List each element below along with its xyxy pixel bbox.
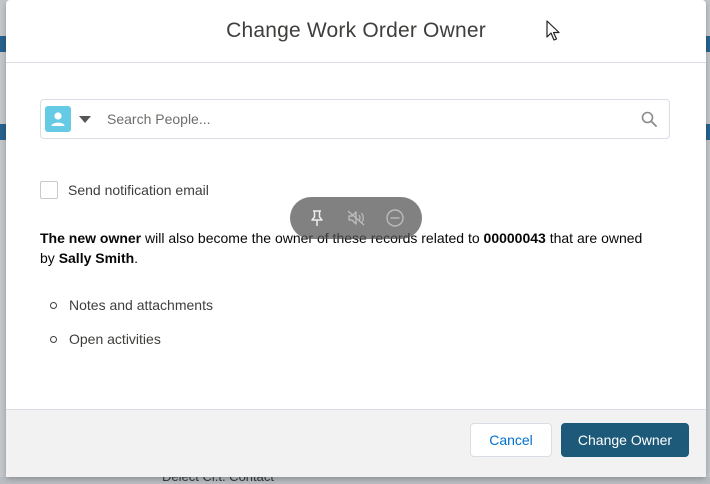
notification-row: Send notification email — [40, 181, 209, 199]
caret-down-icon[interactable] — [79, 115, 91, 123]
mute-icon[interactable] — [345, 207, 367, 229]
info-record-number: 00000043 — [483, 230, 546, 246]
change-owner-modal: Change Work Order Owner Send notificatio… — [6, 0, 706, 477]
info-text-part4: . — [134, 250, 139, 266]
modal-title: Change Work Order Owner — [226, 19, 486, 42]
related-records-list: Notes and attachments Open activities — [40, 295, 213, 363]
related-record-label: Notes and attachments — [69, 297, 213, 313]
cancel-button[interactable]: Cancel — [470, 423, 552, 457]
send-notification-checkbox[interactable] — [40, 181, 58, 199]
send-notification-label[interactable]: Send notification email — [68, 182, 209, 198]
list-item: Open activities — [40, 329, 213, 349]
search-input[interactable] — [105, 110, 641, 128]
mouse-cursor-icon — [546, 20, 560, 41]
minus-circle-icon[interactable] — [384, 207, 406, 229]
search-icon[interactable] — [641, 111, 657, 127]
change-owner-button[interactable]: Change Owner — [561, 423, 689, 457]
info-new-owner: The new owner — [40, 230, 142, 246]
pin-icon[interactable] — [306, 207, 328, 229]
modal-footer: Cancel Change Owner — [6, 409, 706, 477]
bullet-icon — [50, 301, 57, 309]
bullet-icon — [50, 335, 57, 343]
info-owner-name: Sally Smith — [58, 250, 135, 266]
people-search-box[interactable] — [40, 99, 670, 139]
person-icon[interactable] — [45, 106, 71, 132]
floating-media-controls — [290, 197, 422, 239]
related-record-label: Open activities — [69, 331, 161, 347]
modal-header: Change Work Order Owner — [6, 0, 706, 63]
list-item: Notes and attachments — [40, 295, 213, 315]
